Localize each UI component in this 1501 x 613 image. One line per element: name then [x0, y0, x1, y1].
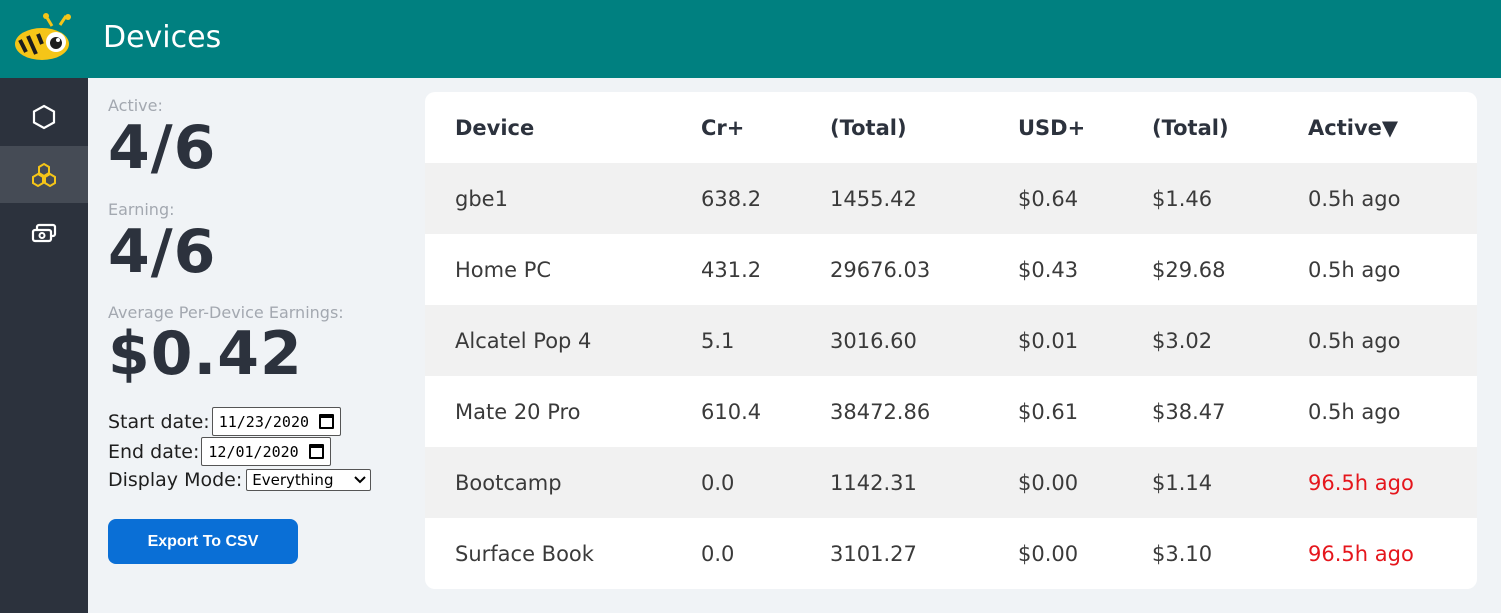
credits-total: 38472.86 [830, 399, 931, 424]
table-row[interactable]: Mate 20 Pro 610.4 38472.86 $0.61 $38.47 … [425, 376, 1477, 447]
last-active: 0.5h ago [1308, 328, 1401, 353]
table-row[interactable]: Surface Book 0.0 3101.27 $0.00 $3.10 96.… [425, 518, 1477, 589]
usd-total: $38.47 [1152, 399, 1226, 424]
credits-total: 3101.27 [830, 541, 917, 566]
end-date-value: 12/01/2020 [208, 442, 299, 461]
usd-total: $3.02 [1152, 328, 1213, 353]
device-name: Alcatel Pop 4 [455, 328, 592, 353]
export-csv-button[interactable]: Export To CSV [108, 519, 298, 564]
column-header-usd[interactable]: USD+ [1018, 92, 1085, 163]
devices-table: Device Cr+ (Total) USD+ (Total) Active▼ … [425, 92, 1477, 589]
usd: $0.64 [1018, 186, 1079, 211]
sidebar-item-devices[interactable] [0, 146, 88, 203]
end-date-row: End date: 12/01/2020 [108, 437, 331, 466]
column-header-usd-total[interactable]: (Total) [1152, 92, 1229, 163]
device-name: Bootcamp [455, 470, 562, 495]
column-header-credits-total[interactable]: (Total) [830, 92, 907, 163]
last-active: 0.5h ago [1308, 186, 1401, 211]
column-header-device[interactable]: Device [455, 92, 534, 163]
table-row[interactable]: Home PC 431.2 29676.03 $0.43 $29.68 0.5h… [425, 234, 1477, 305]
start-date-input[interactable]: 11/23/2020 [211, 407, 342, 436]
last-active: 0.5h ago [1308, 257, 1401, 282]
table-header: Device Cr+ (Total) USD+ (Total) Active▼ [425, 92, 1477, 163]
chevron-down-icon [354, 476, 366, 484]
credits-total: 3016.60 [830, 328, 917, 353]
usd: $0.01 [1018, 328, 1079, 353]
usd-total: $1.14 [1152, 470, 1213, 495]
usd: $0.00 [1018, 541, 1079, 566]
usd-total: $1.46 [1152, 186, 1213, 211]
page-title: Devices [103, 20, 222, 55]
usd-total: $3.10 [1152, 541, 1213, 566]
sidebar-item-earnings[interactable] [0, 204, 88, 261]
sidebar [0, 78, 88, 613]
usd: $0.00 [1018, 470, 1079, 495]
bee-logo-icon [15, 13, 71, 60]
display-mode-select[interactable]: Everything [246, 469, 372, 491]
column-header-credits[interactable]: Cr+ [701, 92, 744, 163]
credits-total: 1142.31 [830, 470, 917, 495]
calendar-icon[interactable] [308, 444, 324, 459]
honeycomb-icon [32, 162, 56, 187]
display-mode-row: Display Mode: Everything [108, 469, 372, 491]
credits: 5.1 [701, 328, 735, 353]
credits: 0.0 [701, 470, 735, 495]
start-date-label: Start date: [108, 410, 210, 433]
start-date-value: 11/23/2020 [218, 412, 310, 431]
hexagon-icon [32, 104, 56, 129]
earning-count: 4/6 [108, 217, 217, 287]
credits: 610.4 [701, 399, 762, 424]
display-mode-value: Everything [252, 471, 334, 489]
usd: $0.43 [1018, 257, 1079, 282]
last-active: 0.5h ago [1308, 399, 1401, 424]
active-count: 4/6 [108, 113, 217, 183]
last-active: 96.5h ago [1308, 470, 1414, 495]
device-name: Home PC [455, 257, 552, 282]
calendar-icon[interactable] [319, 414, 335, 429]
usd-total: $29.68 [1152, 257, 1226, 282]
sidebar-item-overview[interactable] [0, 88, 88, 145]
display-mode-label: Display Mode: [108, 469, 243, 491]
credits: 431.2 [701, 257, 762, 282]
table-row[interactable]: Alcatel Pop 4 5.1 3016.60 $0.01 $3.02 0.… [425, 305, 1477, 376]
column-header-active[interactable]: Active▼ [1308, 92, 1398, 163]
credits-total: 29676.03 [830, 257, 931, 282]
end-date-label: End date: [108, 440, 200, 463]
device-name: Surface Book [455, 541, 594, 566]
table-row[interactable]: Bootcamp 0.0 1142.31 $0.00 $1.14 96.5h a… [425, 447, 1477, 518]
usd: $0.61 [1018, 399, 1079, 424]
end-date-input[interactable]: 12/01/2020 [201, 437, 331, 466]
money-icon [31, 223, 57, 242]
credits: 638.2 [701, 186, 762, 211]
avg-earnings-value: $0.42 [108, 319, 303, 389]
top-bar: Devices [0, 0, 1501, 78]
start-date-row: Start date: 11/23/2020 [108, 407, 342, 436]
table-row[interactable]: gbe1 638.2 1455.42 $0.64 $1.46 0.5h ago [425, 163, 1477, 234]
device-name: Mate 20 Pro [455, 399, 581, 424]
credits-total: 1455.42 [830, 186, 917, 211]
credits: 0.0 [701, 541, 735, 566]
last-active: 96.5h ago [1308, 541, 1414, 566]
device-name: gbe1 [455, 186, 508, 211]
